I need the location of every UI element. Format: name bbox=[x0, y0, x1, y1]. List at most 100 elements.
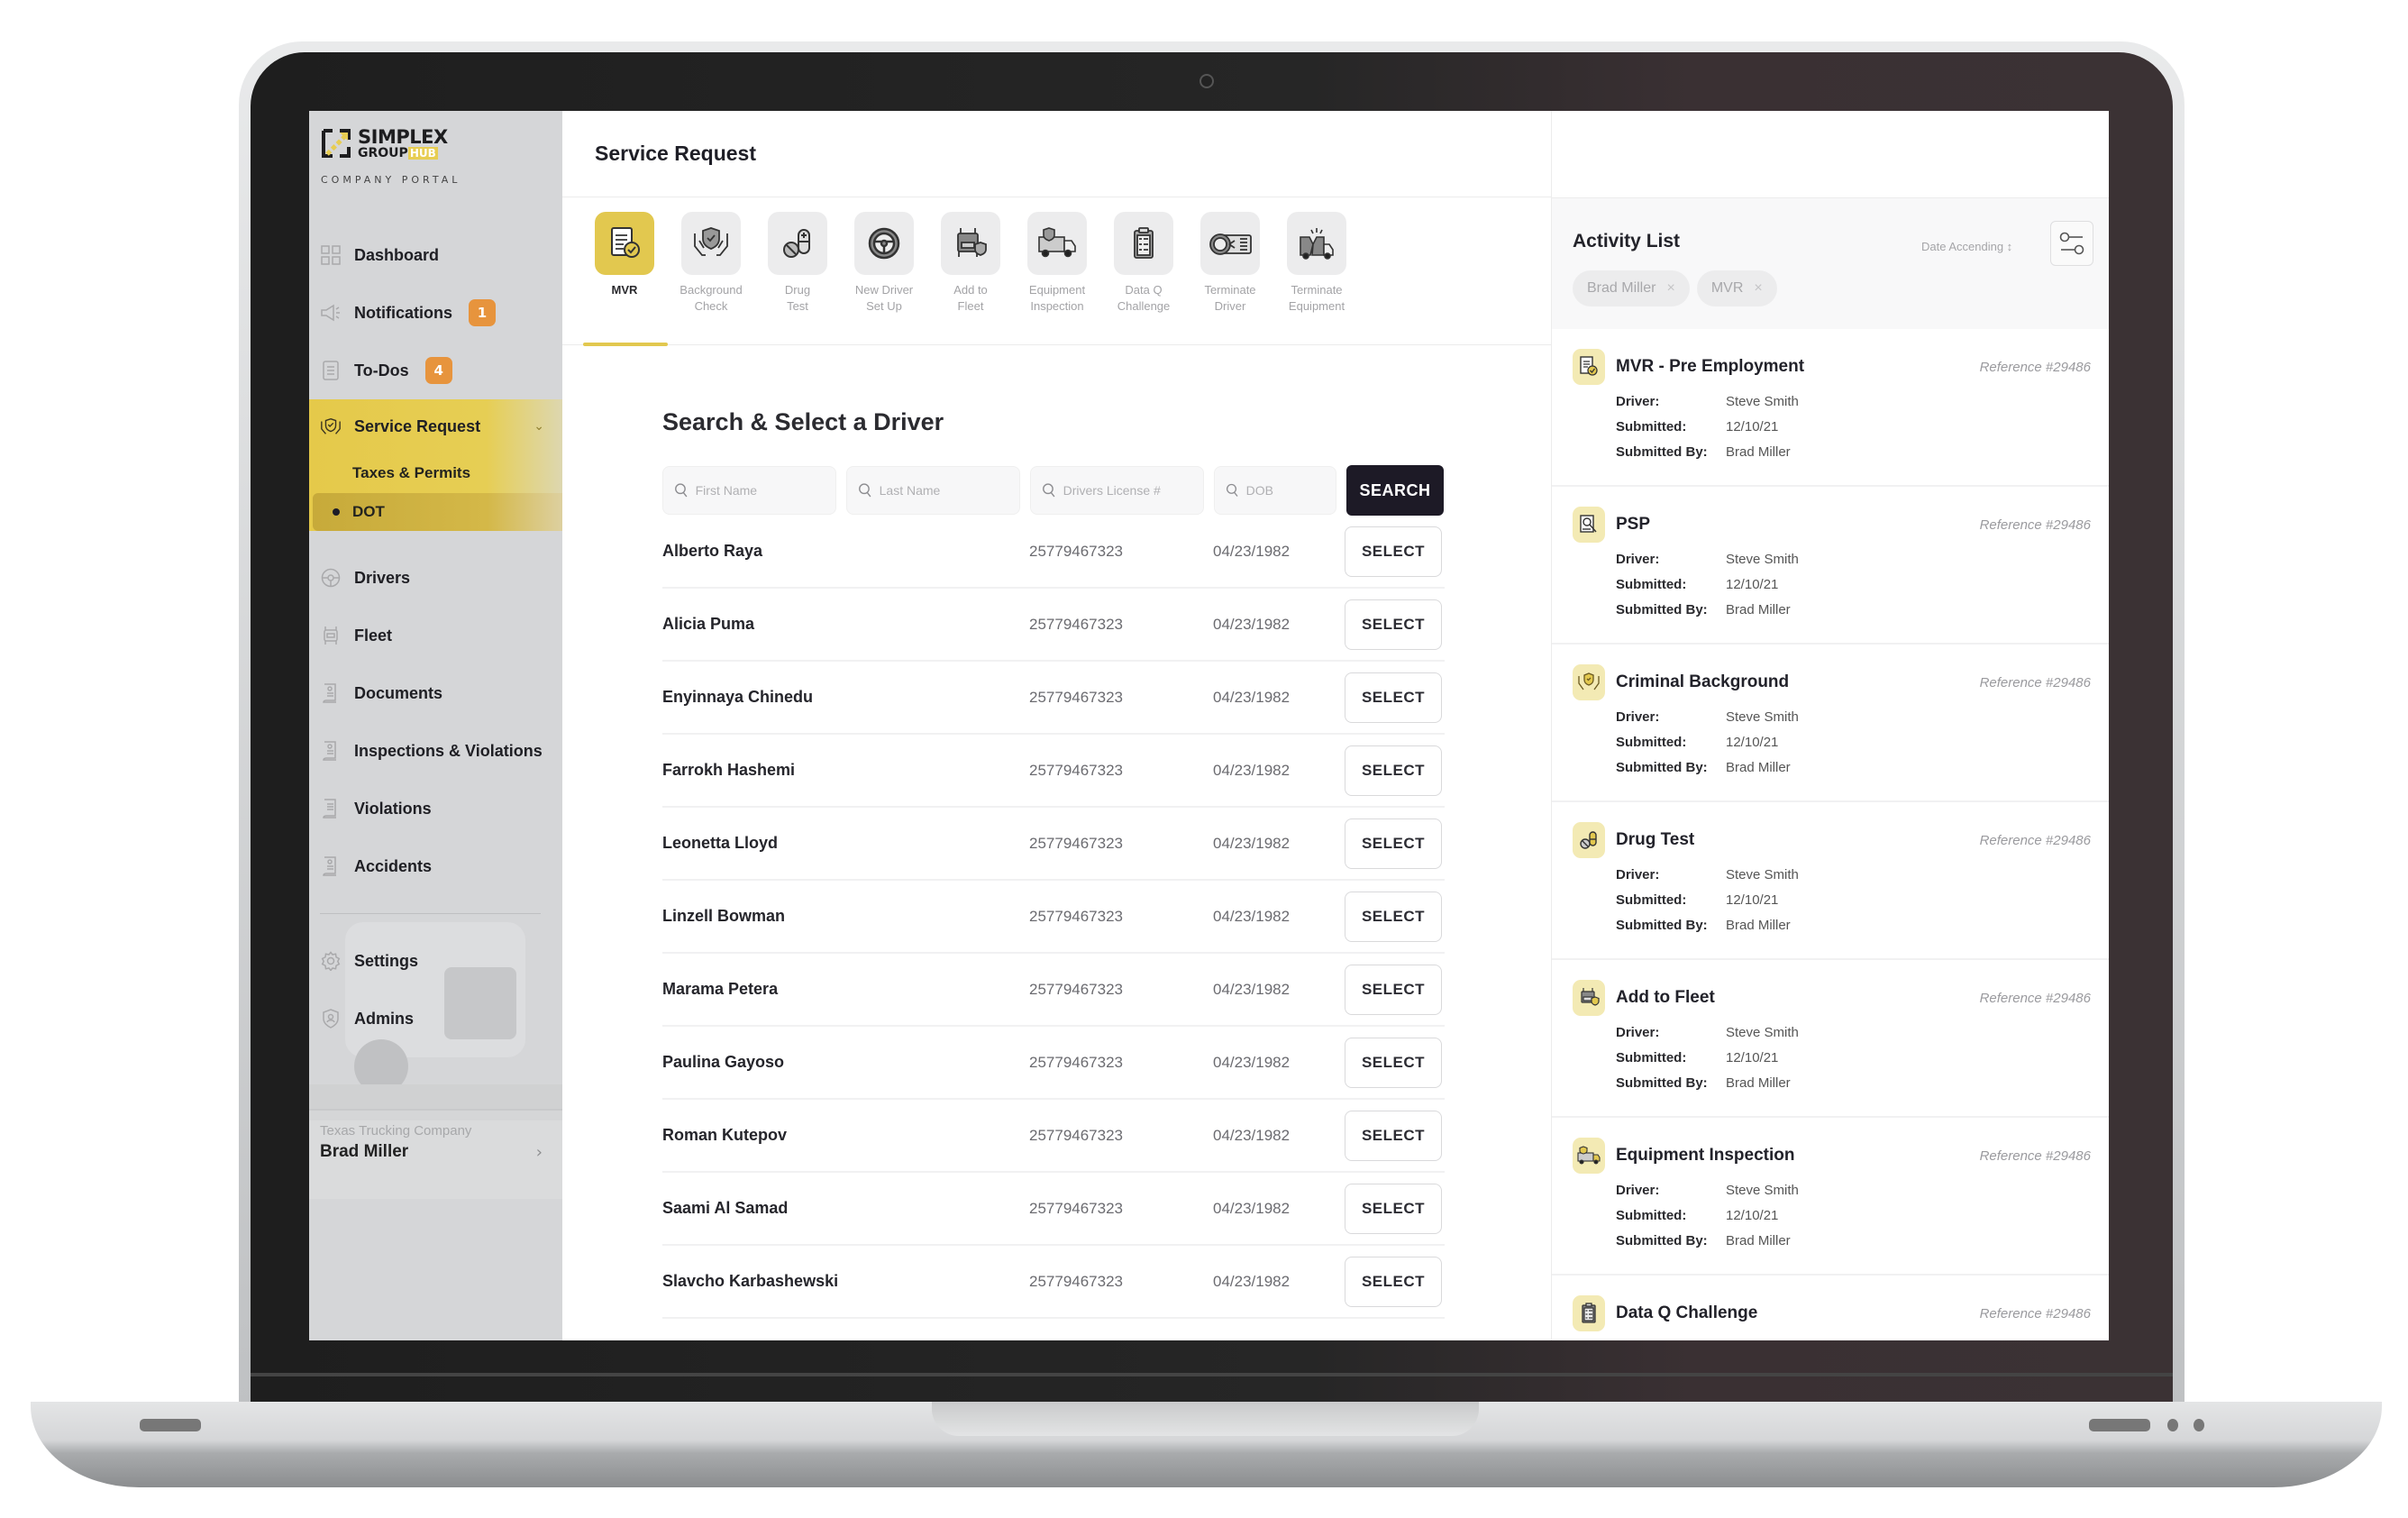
hands-shield-icon bbox=[694, 227, 728, 256]
brand-logo[interactable]: SIMPLEX GROUP HUB bbox=[320, 127, 448, 160]
sidebar-item-label: Admins bbox=[354, 1009, 415, 1028]
search-icon bbox=[1043, 483, 1055, 498]
activity-item[interactable]: Criminal Background Reference #29486 Drive… bbox=[1552, 645, 2109, 802]
select-driver-button[interactable]: SELECT bbox=[1345, 599, 1442, 650]
activity-item[interactable]: PSP Reference #29486 Driver: Steve Smith Sub… bbox=[1552, 487, 2109, 645]
activity-item-fields: Driver: Steve Smith Submitted: 12/10/21 Subm… bbox=[1616, 1020, 2091, 1095]
tab-new-driver-setup[interactable]: New Driver Set Up bbox=[854, 212, 914, 344]
driver-row: Slavcho Karbashewski 25779467323 04/23/198… bbox=[662, 1246, 1445, 1319]
pill-icon bbox=[1573, 822, 1605, 858]
sidebar-item-label: Notifications bbox=[354, 303, 453, 322]
driver-card-icon bbox=[1209, 233, 1252, 255]
sidebar-item-dashboard[interactable]: Dashboard bbox=[309, 226, 562, 284]
select-driver-button[interactable]: SELECT bbox=[1345, 1110, 1442, 1161]
close-icon[interactable]: × bbox=[1666, 280, 1674, 297]
select-driver-button[interactable]: SELECT bbox=[1345, 1256, 1442, 1307]
port-right bbox=[2089, 1419, 2150, 1431]
field-value-submitted-by: Brad Miller bbox=[1726, 1232, 1791, 1248]
driver-license-number: 25779467323 bbox=[1029, 834, 1124, 852]
sidebar-item-notifications[interactable]: Notifications 1 bbox=[309, 284, 562, 342]
activity-item-reference: Reference #29486 bbox=[1979, 1306, 2091, 1321]
dob-input[interactable] bbox=[1245, 483, 1336, 498]
last-name-input[interactable] bbox=[879, 483, 1019, 498]
activity-item[interactable]: Equipment Inspection Reference #29486 Driv… bbox=[1552, 1118, 2109, 1276]
tab-label: New Driver Set Up bbox=[854, 283, 914, 313]
sidebar-item-service-request[interactable]: Service Request ⌄ bbox=[309, 399, 562, 453]
portal-subtitle: COMPANY PORTAL bbox=[321, 174, 461, 186]
dob-field[interactable] bbox=[1214, 466, 1336, 515]
driver-name: Paulina Gayoso bbox=[662, 1053, 785, 1071]
select-driver-button[interactable]: SELECT bbox=[1345, 526, 1442, 577]
select-driver-button[interactable]: SELECT bbox=[1345, 964, 1442, 1015]
activity-item[interactable]: Add to Fleet Reference #29486 Driver: Steve… bbox=[1552, 960, 2109, 1118]
laptop-notch bbox=[932, 1402, 1479, 1436]
filter-button[interactable] bbox=[2050, 221, 2093, 266]
sidebar-item-inspections-violations[interactable]: Inspections & Violations bbox=[309, 722, 562, 780]
field-label-submitted: Submitted: bbox=[1616, 576, 1687, 592]
activity-item[interactable]: MVR - Pre Employment Reference #29486 Driv… bbox=[1552, 329, 2109, 487]
tab-drug-test[interactable]: Drug Test bbox=[768, 212, 827, 344]
tab-equipment-inspection[interactable]: Equipment Inspection bbox=[1027, 212, 1087, 344]
sidebar-item-drivers[interactable]: Drivers bbox=[309, 549, 562, 607]
field-label-driver: Driver: bbox=[1616, 1024, 1660, 1040]
sidebar-item-admins[interactable]: Admins bbox=[309, 990, 562, 1047]
first-name-input[interactable] bbox=[695, 483, 835, 498]
driver-row: Alberto Raya 25779467323 04/23/1982 SELECT bbox=[662, 516, 1445, 589]
field-value-driver: Steve Smith bbox=[1726, 1182, 1799, 1198]
tab-terminate-equipment[interactable]: Terminate Equipment bbox=[1287, 212, 1346, 344]
tab-label: MVR bbox=[611, 283, 638, 297]
activity-item-fields: Driver: Steve Smith Submitted: 12/10/21 Subm… bbox=[1616, 389, 2091, 464]
driver-name: Slavcho Karbashewski bbox=[662, 1272, 839, 1290]
tab-label: Add to Fleet bbox=[953, 283, 988, 313]
sidebar-item-label: Documents bbox=[354, 683, 443, 702]
field-label-submitted-by: Submitted By: bbox=[1616, 601, 1708, 617]
drivers-license-field[interactable] bbox=[1030, 466, 1204, 515]
last-name-field[interactable] bbox=[846, 466, 1020, 515]
field-label-submitted: Submitted: bbox=[1616, 1049, 1687, 1065]
first-name-field[interactable] bbox=[662, 466, 836, 515]
field-label-submitted: Submitted: bbox=[1616, 418, 1687, 434]
drivers-license-input[interactable] bbox=[1063, 483, 1203, 498]
tab-data-q-challenge[interactable]: Data Q Challenge bbox=[1114, 212, 1173, 344]
select-driver-button[interactable]: SELECT bbox=[1345, 1183, 1442, 1234]
activity-item[interactable]: Drug Test Reference #29486 Driver: Steve Sm… bbox=[1552, 802, 2109, 960]
service-type-tabs: MVR Background Check Drug Test New Drive… bbox=[562, 197, 1551, 346]
activity-item[interactable]: Data Q Challenge Reference #29486 bbox=[1552, 1276, 2109, 1340]
chip-label: Brad Miller bbox=[1587, 280, 1656, 296]
select-driver-button[interactable]: SELECT bbox=[1345, 1037, 1442, 1088]
filter-chip-mvr[interactable]: MVR × bbox=[1696, 270, 1777, 306]
tab-background-check[interactable]: Background Check bbox=[680, 212, 743, 344]
sidebar-item-todos[interactable]: To-Dos 4 bbox=[309, 342, 562, 399]
select-driver-button[interactable]: SELECT bbox=[1345, 818, 1442, 869]
field-value-driver: Steve Smith bbox=[1726, 551, 1799, 567]
sort-dropdown[interactable]: Date Accending ↕ bbox=[1921, 240, 2012, 253]
sidebar-item-accidents[interactable]: Accidents bbox=[309, 837, 562, 895]
user-account-switcher[interactable]: Texas Trucking Company Brad Miller › bbox=[309, 1109, 562, 1199]
sidebar-item-documents[interactable]: Documents bbox=[309, 664, 562, 722]
sidebar-subitem-taxes-permits[interactable]: Taxes & Permits bbox=[309, 453, 562, 493]
tab-label: Data Q Challenge bbox=[1117, 283, 1171, 313]
sidebar-item-fleet[interactable]: Fleet bbox=[309, 607, 562, 664]
field-value-submitted-by: Brad Miller bbox=[1726, 444, 1791, 460]
port-left bbox=[140, 1419, 201, 1431]
page-title: Service Request bbox=[595, 142, 756, 165]
search-button[interactable]: SEARCH bbox=[1346, 465, 1444, 516]
select-driver-button[interactable]: SELECT bbox=[1345, 672, 1442, 723]
brand-name: SIMPLEX bbox=[358, 125, 448, 148]
select-driver-button[interactable]: SELECT bbox=[1345, 745, 1442, 796]
tab-mvr[interactable]: MVR bbox=[595, 212, 654, 344]
activity-item-fields: Driver: Steve Smith Submitted: 12/10/21 Subm… bbox=[1616, 862, 2091, 937]
close-icon[interactable]: × bbox=[1754, 280, 1762, 297]
filter-chip-brad-miller[interactable]: Brad Miller × bbox=[1573, 270, 1690, 306]
driver-row: Saami Al Samad 25779467323 04/23/1982 SELEC… bbox=[662, 1173, 1445, 1246]
activity-item-reference: Reference #29486 bbox=[1979, 1148, 2091, 1164]
driver-row: Paulina Gayoso 25779467323 04/23/1982 SELEC… bbox=[662, 1027, 1445, 1100]
sidebar-item-violations[interactable]: Violations bbox=[309, 780, 562, 837]
chevron-down-icon[interactable]: ⌄ bbox=[534, 419, 544, 434]
tab-terminate-driver[interactable]: Terminate Driver bbox=[1200, 212, 1260, 344]
sidebar-subitem-dot[interactable]: DOT bbox=[313, 493, 562, 531]
select-driver-button[interactable]: SELECT bbox=[1345, 891, 1442, 942]
driver-license-number: 25779467323 bbox=[1029, 980, 1124, 998]
sidebar-item-settings[interactable]: Settings bbox=[309, 932, 562, 990]
tab-add-to-fleet[interactable]: Add to Fleet bbox=[941, 212, 1000, 344]
